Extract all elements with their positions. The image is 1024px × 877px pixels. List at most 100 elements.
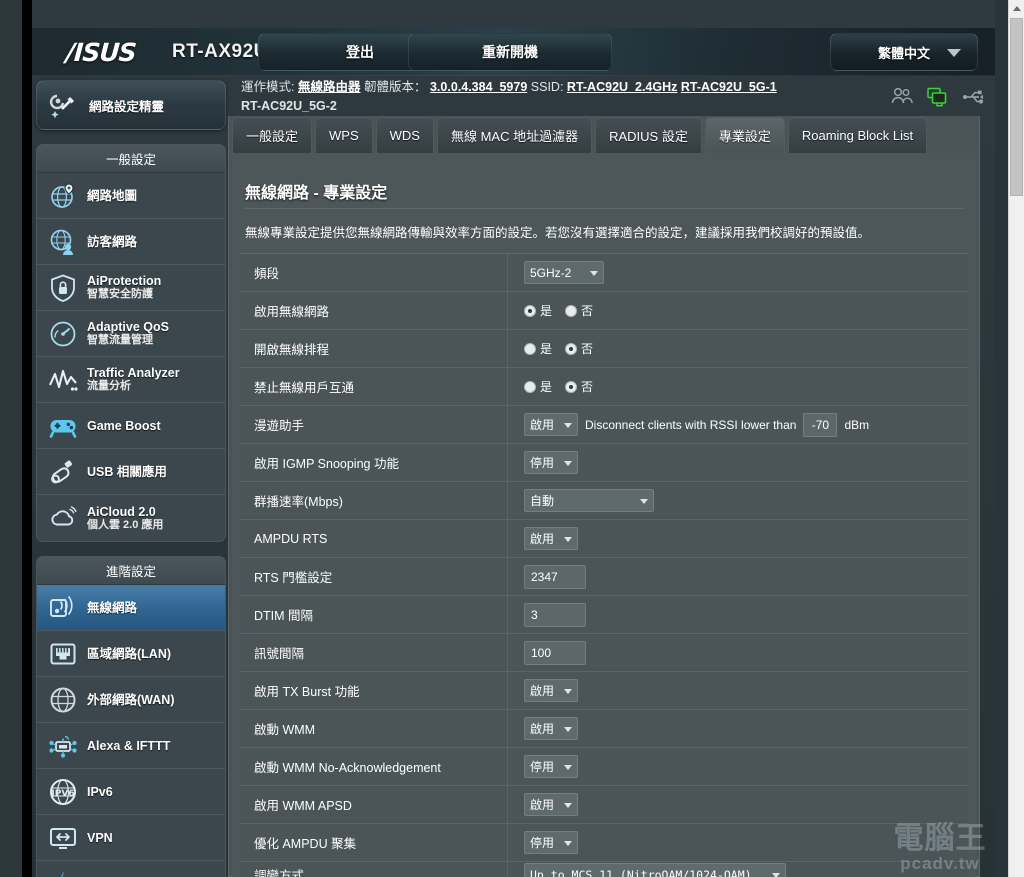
dropdown-value: Up to MCS 11 (NitroQAM/1024-QAM) [530,867,752,877]
dropdown-value: 啟用 [530,418,555,432]
settings-row: 訊號間隔 100 [240,633,968,672]
tab-[interactable]: 專業設定 [704,117,785,153]
sidebar: 網路設定精靈 一般設定 網路地圖 訪客網路 AiProtection 智慧安全防護 Ad… [36,80,226,877]
dropdown[interactable]: 啟用 [524,413,578,436]
dropdown[interactable]: 啟用 [524,793,578,816]
radio-button[interactable] [524,342,536,355]
network-setup-wizard-button[interactable]: 網路設定精靈 [36,80,226,130]
lan-port-icon [48,639,78,669]
sidebar-item-ipv6[interactable]: IPV6 IPv6 [37,769,225,815]
dropdown[interactable]: 5GHz-2 [524,261,604,284]
sidebar-item-usb[interactable]: USB 相關應用 [37,449,225,495]
sidebar-item-traffic-analyzer[interactable]: Traffic Analyzer 流量分析 [37,357,225,403]
dropdown[interactable]: 停用 [524,755,578,778]
text-input[interactable]: 2347 [524,564,586,589]
radio-button[interactable] [524,380,536,393]
sidebar-item-text: USB 相關應用 [87,465,167,479]
text-input[interactable]: 3 [524,602,586,627]
chevron-down-icon [564,461,572,466]
ssid-link-5g2[interactable]: RT-AC92U_5G-2 [241,99,337,113]
tab-wds[interactable]: WDS [375,117,434,153]
radio-button[interactable] [565,304,578,317]
radio-group: 是否 [524,340,593,357]
text-input[interactable]: 100 [524,640,586,665]
radio-option-yes[interactable]: 是 [524,340,552,357]
firmware-version-label: 韌體版本： [363,80,427,94]
radio-button[interactable] [565,342,578,355]
tab-[interactable]: 一般設定 [232,117,313,153]
sidebar-item-alexa-ifttt[interactable]: Alexa & IFTTT [37,723,225,769]
settings-row: 啟動 WMM 啟用 [240,709,968,748]
radio-label: 否 [581,380,594,394]
sidebar-item-[interactable]: 無線網路 [37,585,225,631]
sidebar-item-[interactable]: 防火牆 [37,861,225,877]
router-admin-page: /ISUS RT-AX92U 登出 重新開機 繁體中文 運作模式: 無線路由器 … [0,0,1024,877]
dropdown[interactable]: 停用 [524,451,578,474]
sidebar-item-text: Adaptive QoS 智慧流量管理 [87,320,169,346]
traffic-analyzer-icon [48,365,78,395]
sidebar-item-vpn[interactable]: VPN [37,815,225,861]
scroll-up-arrow-icon[interactable] [1009,0,1024,17]
sidebar-item-game-boost[interactable]: Game Boost [37,403,225,449]
dropdown-value: 啟用 [530,532,555,546]
ssid-link-5g1[interactable]: RT-AC92U_5G-1 [681,80,777,94]
radio-button[interactable] [524,304,536,317]
tab-radius[interactable]: RADIUS 設定 [595,117,702,153]
dropdown-value: 啟用 [530,684,555,698]
tab-roaming-block-list[interactable]: Roaming Block List [787,117,928,153]
sidebar-item-label: Traffic Analyzer [87,366,180,381]
sidebar-item-aicloud-2-0[interactable]: AiCloud 2.0 個人雲 2.0 應用 [37,495,225,541]
scrollbar-thumb[interactable] [1010,18,1023,196]
sidebar-item-lan[interactable]: 區域網路(LAN) [37,631,225,677]
sidebar-advanced-group: 進階設定 無線網路 區域網路(LAN) 外部網路(WAN) Alexa & IFTTT… [36,556,226,877]
roaming-assistant-description: Disconnect clients with RSSI lower than [585,417,797,432]
browser-scrollbar[interactable] [1008,0,1024,877]
tab-mac[interactable]: 無線 MAC 地址過濾器 [436,117,593,153]
router-model-name: RT-AX92U [172,41,268,62]
sidebar-item-[interactable]: 網路地圖 [37,173,225,219]
dropdown[interactable]: Up to MCS 11 (NitroQAM/1024-QAM) [524,863,786,877]
settings-row-label: 開啟無線排程 [240,329,508,368]
asus-logo: /ISUS [64,38,137,67]
sidebar-item-wan[interactable]: 外部網路(WAN) [37,677,225,723]
sidebar-item-text: AiCloud 2.0 個人雲 2.0 應用 [87,505,163,531]
sidebar-item-text: AiProtection 智慧安全防護 [87,274,161,300]
dropdown[interactable]: 啟用 [524,679,578,702]
tab-bar: 一般設定 WPS WDS 無線 MAC 地址過濾器 RADIUS 設定 專業設定 Roami… [228,116,980,153]
language-selector[interactable]: 繁體中文 [830,33,978,71]
sidebar-item-[interactable]: 訪客網路 [37,219,225,265]
radio-option-no[interactable]: 否 [565,302,593,319]
alexa-ifttt-icon [48,731,78,761]
dropdown-value: 5GHz-2 [530,265,572,280]
settings-row: 群播速率(Mbps) 自動 [240,481,968,520]
settings-row-value: 啟用 Disconnect clients with RSSI lower tha… [508,406,968,444]
firmware-version-link[interactable]: 3.0.0.4.384_5979 [430,80,527,94]
radio-group: 是否 [524,378,593,395]
ssid-link-24ghz[interactable]: RT-AC92U_2.4GHz [567,80,677,94]
radio-option-yes[interactable]: 是 [524,302,552,319]
network-monitor-icon[interactable] [926,86,950,108]
sidebar-item-text: 無線網路 [87,601,137,615]
radio-option-no[interactable]: 否 [565,378,593,395]
clients-icon[interactable] [890,86,914,108]
operation-mode-link[interactable]: 無線路由器 [298,80,361,94]
rssi-threshold-input[interactable]: -70 [803,412,838,437]
dropdown[interactable]: 自動 [524,489,654,512]
sidebar-item-text: 外部網路(WAN) [87,693,175,707]
dropdown[interactable]: 啟用 [524,527,578,550]
usb-icon[interactable] [962,86,986,108]
sidebar-item-aiprotection[interactable]: AiProtection 智慧安全防護 [37,265,225,311]
network-map-icon [48,181,78,211]
radio-option-no[interactable]: 否 [565,340,593,357]
dropdown[interactable]: 停用 [524,831,578,854]
radio-button[interactable] [565,380,578,393]
reboot-button[interactable]: 重新開機 [408,33,612,71]
rssi-unit-label: dBm [844,417,870,432]
chevron-down-icon [564,537,572,542]
app-header: /ISUS RT-AX92U 登出 重新開機 繁體中文 [32,28,1008,76]
tab-wps[interactable]: WPS [315,117,373,153]
settings-row-label: 啟用 IGMP Snooping 功能 [240,443,508,482]
radio-option-yes[interactable]: 是 [524,378,552,395]
sidebar-item-adaptive-qos[interactable]: Adaptive QoS 智慧流量管理 [37,311,225,357]
dropdown[interactable]: 啟用 [524,717,578,740]
